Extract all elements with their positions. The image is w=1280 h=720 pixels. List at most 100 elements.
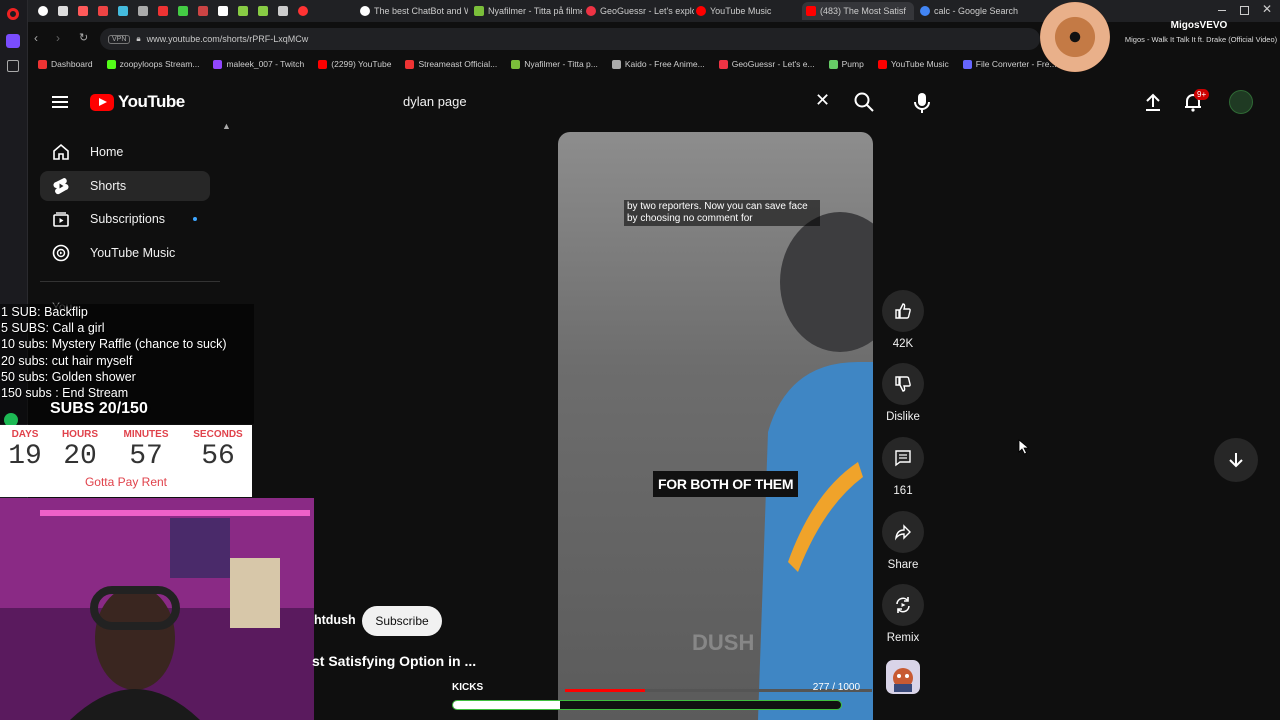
url-field[interactable]: VPN 🔒︎ www.youtube.com/shorts/rPRF-LxqMC…: [100, 28, 1040, 50]
home-icon: [53, 143, 69, 160]
like-button[interactable]: 42K: [882, 290, 924, 350]
bookmark-item[interactable]: YouTube Music: [877, 59, 949, 69]
remix-button[interactable]: Remix: [882, 584, 924, 644]
search-input[interactable]: dylan page ✕: [390, 86, 842, 118]
channel-name[interactable]: htdush: [314, 613, 356, 627]
notification-badge: 9+: [1194, 89, 1210, 100]
tab-chatbot[interactable]: The best ChatBot and Wi: [360, 2, 468, 20]
countdown-hours: HOURS 20: [61, 429, 99, 472]
bookmark-item[interactable]: (2299) YouTube: [318, 59, 391, 69]
tab-youtube-music[interactable]: YouTube Music: [696, 2, 796, 20]
new-content-dot: [193, 217, 197, 221]
notifications-button[interactable]: 9+: [1183, 89, 1210, 114]
lock-icon: 🔒︎: [136, 34, 141, 43]
collapse-chevron-icon[interactable]: ▲: [222, 121, 231, 131]
bookmark-item[interactable]: Kaido - Free Anime...: [611, 59, 705, 69]
share-label: Share: [887, 559, 919, 571]
countdown-seconds: SECONDS 56: [193, 429, 243, 472]
bookmark-sidebar-icon[interactable]: [7, 60, 19, 72]
goal-item: 1 SUB: Backflip: [1, 305, 88, 319]
nav-item-home[interactable]: Home: [40, 137, 210, 167]
video-title[interactable]: st Satisfying Option in ...: [312, 653, 476, 669]
bookmark-favicon: [962, 59, 972, 69]
shorts-video-player[interactable]: by two reporters. Now you can save face …: [558, 132, 873, 720]
bookmark-item[interactable]: File Converter - Fre...: [962, 59, 1057, 69]
tab-nyafilmer[interactable]: Nyafilmer - Titta på filme: [474, 2, 582, 20]
webcam-feed: [0, 498, 314, 720]
nav-item-label: Shorts: [90, 179, 127, 193]
reload-icon[interactable]: ↻: [79, 31, 88, 44]
countdown-days: DAYS 19: [8, 429, 42, 472]
bookmark-item[interactable]: maleek_007 - Twitch: [213, 59, 304, 69]
comment-icon: [895, 450, 911, 467]
tab-favicon: [586, 6, 596, 16]
bookmark-favicon: [106, 59, 116, 69]
sound-avatar-icon: [893, 668, 913, 692]
next-video-button[interactable]: [1214, 438, 1258, 482]
upload-icon: [1146, 93, 1160, 111]
nav-item-subscriptions[interactable]: Subscriptions: [40, 204, 210, 234]
nav-divider: [40, 281, 220, 282]
workspace-icon[interactable]: [6, 34, 20, 48]
tab-favicon: [696, 6, 706, 16]
pinned-tabs[interactable]: [38, 2, 358, 20]
bookmark-item[interactable]: Streameast Official...: [405, 59, 497, 69]
hamburger-menu-icon[interactable]: [52, 93, 68, 111]
tab-label: YouTube Music: [710, 6, 772, 16]
back-icon[interactable]: ‹: [34, 31, 38, 45]
remix-button-circle: [882, 584, 924, 626]
youtube-logo[interactable]: YouTube: [90, 92, 185, 112]
bookmark-item[interactable]: Dashboard: [38, 59, 93, 69]
subscribe-button[interactable]: Subscribe: [362, 606, 442, 636]
opera-logo-icon[interactable]: [7, 8, 19, 20]
now-playing-title: Migos - Walk It Talk It ft. Drake (Offic…: [1124, 35, 1278, 44]
bookmark-item[interactable]: GeoGuessr - Let's e...: [718, 59, 815, 69]
comment-count: 161: [893, 485, 913, 497]
share-button[interactable]: Share: [882, 511, 924, 571]
bookmark-item[interactable]: Nyafilmer - Titta p...: [511, 59, 598, 69]
goal-item: 50 subs: Golden shower: [1, 369, 136, 384]
tab-favicon: [474, 6, 484, 16]
bookmark-label: maleek_007 - Twitch: [226, 59, 305, 69]
video-watermark: DUSH: [692, 630, 755, 655]
tab-favicon: [158, 6, 168, 16]
webcam-scene: [0, 498, 314, 720]
bookmark-label: (2299) YouTube: [331, 59, 392, 69]
nav-item-label: Home: [90, 145, 124, 159]
vpn-badge[interactable]: VPN: [108, 34, 131, 44]
avatar[interactable]: [1229, 90, 1253, 114]
bookmark-label: Dashboard: [51, 59, 93, 69]
nav-item-youtube-music[interactable]: YouTube Music: [40, 238, 210, 268]
upload-button[interactable]: [1143, 92, 1163, 112]
nav-item-label: YouTube Music: [90, 246, 176, 260]
tab-google-search[interactable]: calc - Google Search: [920, 2, 1024, 20]
search-button[interactable]: [853, 91, 875, 113]
remix-label: Remix: [886, 632, 920, 644]
now-playing-widget[interactable]: MigosVEVO Migos - Walk It Talk It ft. Dr…: [1040, 2, 1280, 72]
comments-button-circle: [882, 437, 924, 479]
forward-icon[interactable]: ›: [56, 31, 60, 45]
goal-item: 150 subs : End Stream: [1, 386, 129, 401]
bookmark-item[interactable]: zoopyloops Stream...: [106, 59, 199, 69]
comments-button[interactable]: 161: [882, 437, 924, 497]
voice-search-button[interactable]: [908, 88, 936, 116]
bookmark-favicon: [877, 59, 887, 69]
sound-thumbnail[interactable]: [886, 660, 920, 694]
tab-favicon: [806, 6, 816, 16]
countdown-minutes: MINUTES 57: [123, 429, 169, 472]
clear-search-icon[interactable]: ✕: [815, 90, 830, 111]
dislike-button[interactable]: Dislike: [882, 363, 924, 423]
music-icon: [52, 244, 70, 262]
tab-geoguessr[interactable]: GeoGuessr - Let's explore: [586, 2, 694, 20]
search-query: dylan page: [403, 94, 467, 109]
bookmark-item[interactable]: Pump: [828, 59, 864, 69]
tab-favicon: [278, 6, 288, 16]
bookmark-label: YouTube Music: [890, 59, 949, 69]
nav-item-shorts[interactable]: Shorts: [40, 171, 210, 201]
tab-label: calc - Google Search: [934, 6, 1019, 16]
tab-youtube-active[interactable]: (483) The Most Satisf: [802, 2, 914, 20]
bookmarks-bar: Dashboard zoopyloops Stream... maleek_007 …: [28, 56, 1057, 72]
bookmark-favicon: [213, 59, 223, 69]
goal-item: 5 SUBS: Call a girl: [1, 321, 105, 336]
address-bar: ‹ › ↻ VPN 🔒︎ www.youtube.com/shorts/rPRF…: [28, 28, 1048, 50]
